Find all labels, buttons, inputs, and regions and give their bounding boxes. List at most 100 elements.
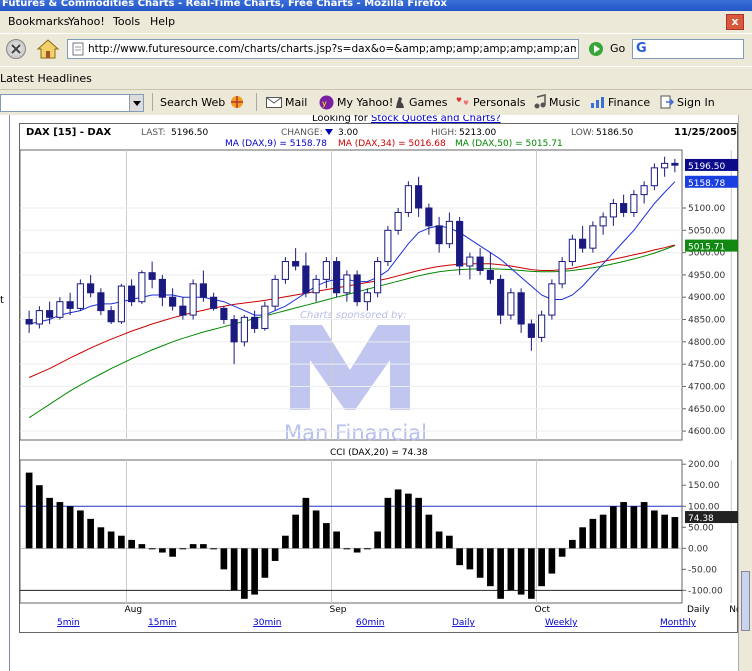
cci-tick-label-3: 50.00 bbox=[688, 523, 714, 533]
cci-bar bbox=[405, 493, 412, 549]
candle-body bbox=[661, 162, 669, 169]
candle-body bbox=[302, 265, 310, 294]
games-button[interactable]: Games bbox=[409, 96, 447, 109]
close-button[interactable]: x bbox=[726, 14, 744, 30]
x-axis-right-label: Daily bbox=[687, 605, 710, 615]
price-tick-label-7: 4750.00 bbox=[688, 360, 725, 370]
cci-bar bbox=[528, 548, 535, 599]
month-label-1: Sep bbox=[330, 605, 347, 615]
vertical-scrollbar[interactable] bbox=[738, 115, 752, 671]
sign-in-button[interactable]: Sign In bbox=[677, 96, 715, 109]
candle-body bbox=[169, 296, 177, 307]
cci-bar bbox=[558, 548, 566, 557]
chart-date: 11/25/2005 bbox=[674, 127, 737, 138]
cci-bar bbox=[476, 548, 484, 578]
cci-tick-label-5: -50.00 bbox=[688, 565, 717, 575]
stop-icon bbox=[11, 44, 21, 54]
url-input[interactable] bbox=[88, 42, 576, 56]
man-financial-logo bbox=[290, 325, 410, 410]
candle-body bbox=[640, 185, 648, 196]
latest-headlines-link[interactable]: Latest Headlines bbox=[0, 72, 92, 85]
title-bar: Futures & Commodities Charts - Real-Time… bbox=[0, 0, 752, 11]
candle-body bbox=[240, 316, 248, 343]
page-icon bbox=[72, 42, 84, 56]
candle-body bbox=[261, 305, 269, 329]
cci-bar bbox=[210, 548, 217, 550]
cci-bar bbox=[517, 548, 525, 595]
cci-bar bbox=[589, 518, 597, 549]
music-icon bbox=[534, 94, 546, 109]
stop-button[interactable] bbox=[6, 39, 26, 59]
timeframe-link-6[interactable]: Monthly bbox=[660, 618, 697, 628]
price-tick-label-9: 4650.00 bbox=[688, 405, 725, 415]
finance-button[interactable]: Finance bbox=[608, 96, 650, 109]
cci-bar bbox=[189, 544, 197, 549]
cci-bar bbox=[569, 539, 576, 549]
timeframe-link-1[interactable]: 15min bbox=[148, 618, 176, 628]
timeframe-link-0[interactable]: 5min bbox=[57, 618, 80, 628]
timeframe-link-2[interactable]: 30min bbox=[253, 618, 281, 628]
yahoo-search-input[interactable] bbox=[0, 94, 144, 112]
cci-bar bbox=[128, 539, 135, 549]
candle-body bbox=[271, 278, 279, 307]
last-label: LAST: bbox=[141, 128, 166, 138]
price-tag-1: 5158.78 bbox=[688, 179, 725, 189]
search-web-button[interactable]: Search Web bbox=[160, 96, 225, 109]
my-yahoo-button[interactable]: My Yahoo! bbox=[337, 96, 393, 109]
ma-label-1: MA (DAX,34) = 5016.68 bbox=[338, 139, 446, 149]
timeframe-link-3[interactable]: 60min bbox=[356, 618, 384, 628]
timeframe-link-4[interactable]: Daily bbox=[452, 618, 475, 628]
home-button[interactable] bbox=[36, 38, 60, 60]
cci-bar bbox=[671, 517, 679, 549]
mail-button[interactable]: Mail bbox=[285, 96, 307, 109]
yahoo-highlight-icon[interactable] bbox=[230, 95, 244, 109]
cci-bar bbox=[456, 548, 463, 566]
music-button[interactable]: Music bbox=[549, 96, 580, 109]
menu-yahoo[interactable]: Yahoo! bbox=[68, 15, 105, 28]
cci-bar bbox=[87, 518, 94, 549]
candle-body bbox=[404, 185, 412, 213]
cci-bar bbox=[148, 548, 156, 550]
go-button[interactable]: Go bbox=[588, 40, 628, 58]
candle-body bbox=[210, 296, 218, 309]
candle-body bbox=[333, 261, 341, 294]
low-label: LOW: bbox=[571, 128, 594, 138]
search-box[interactable]: G bbox=[632, 39, 744, 59]
candle-body bbox=[189, 283, 197, 316]
high-label: HIGH: bbox=[431, 128, 457, 138]
menu-tools[interactable]: Tools bbox=[113, 15, 140, 28]
menu-help[interactable]: Help bbox=[150, 15, 175, 28]
cci-tick-label-0: 200.00 bbox=[688, 460, 720, 470]
candle-body bbox=[46, 310, 54, 318]
finance-icon bbox=[591, 97, 604, 108]
candle-body bbox=[374, 261, 382, 294]
cci-bar bbox=[200, 544, 207, 549]
personals-button[interactable]: Personals bbox=[473, 96, 526, 109]
candle-body bbox=[630, 194, 638, 213]
change-label: CHANGE: bbox=[281, 128, 323, 138]
url-bar[interactable] bbox=[67, 39, 579, 59]
scrollbar-thumb[interactable] bbox=[741, 571, 750, 631]
menu-bookmarks[interactable]: Bookmarks bbox=[8, 15, 69, 28]
yahoo-search-dropdown[interactable] bbox=[129, 95, 143, 111]
candle-body bbox=[579, 238, 587, 249]
candle-body bbox=[599, 216, 607, 227]
cci-bar bbox=[271, 548, 279, 561]
svg-text:y: y bbox=[322, 99, 327, 108]
candle-body bbox=[609, 203, 617, 218]
cci-tick-label-2: 100.00 bbox=[688, 502, 720, 512]
cci-bar bbox=[169, 548, 176, 557]
timeframe-link-5[interactable]: Weekly bbox=[545, 618, 578, 628]
stock-quotes-link[interactable]: Stock Quotes and Charts? bbox=[371, 115, 501, 124]
candle-body bbox=[671, 162, 679, 166]
candle-body bbox=[97, 292, 105, 312]
yahoo-toolbar: Search Web Mail y My Yahoo! Games Person… bbox=[0, 89, 752, 115]
cci-bar bbox=[374, 531, 381, 549]
candle-body bbox=[363, 292, 371, 303]
candle-body bbox=[158, 278, 166, 298]
cci-bar bbox=[251, 548, 258, 595]
price-tick-label-6: 4800.00 bbox=[688, 338, 725, 348]
cci-bar bbox=[179, 548, 187, 550]
cci-label: CCI (DAX,20) = 74.38 bbox=[330, 448, 428, 458]
candle-body bbox=[128, 285, 136, 303]
